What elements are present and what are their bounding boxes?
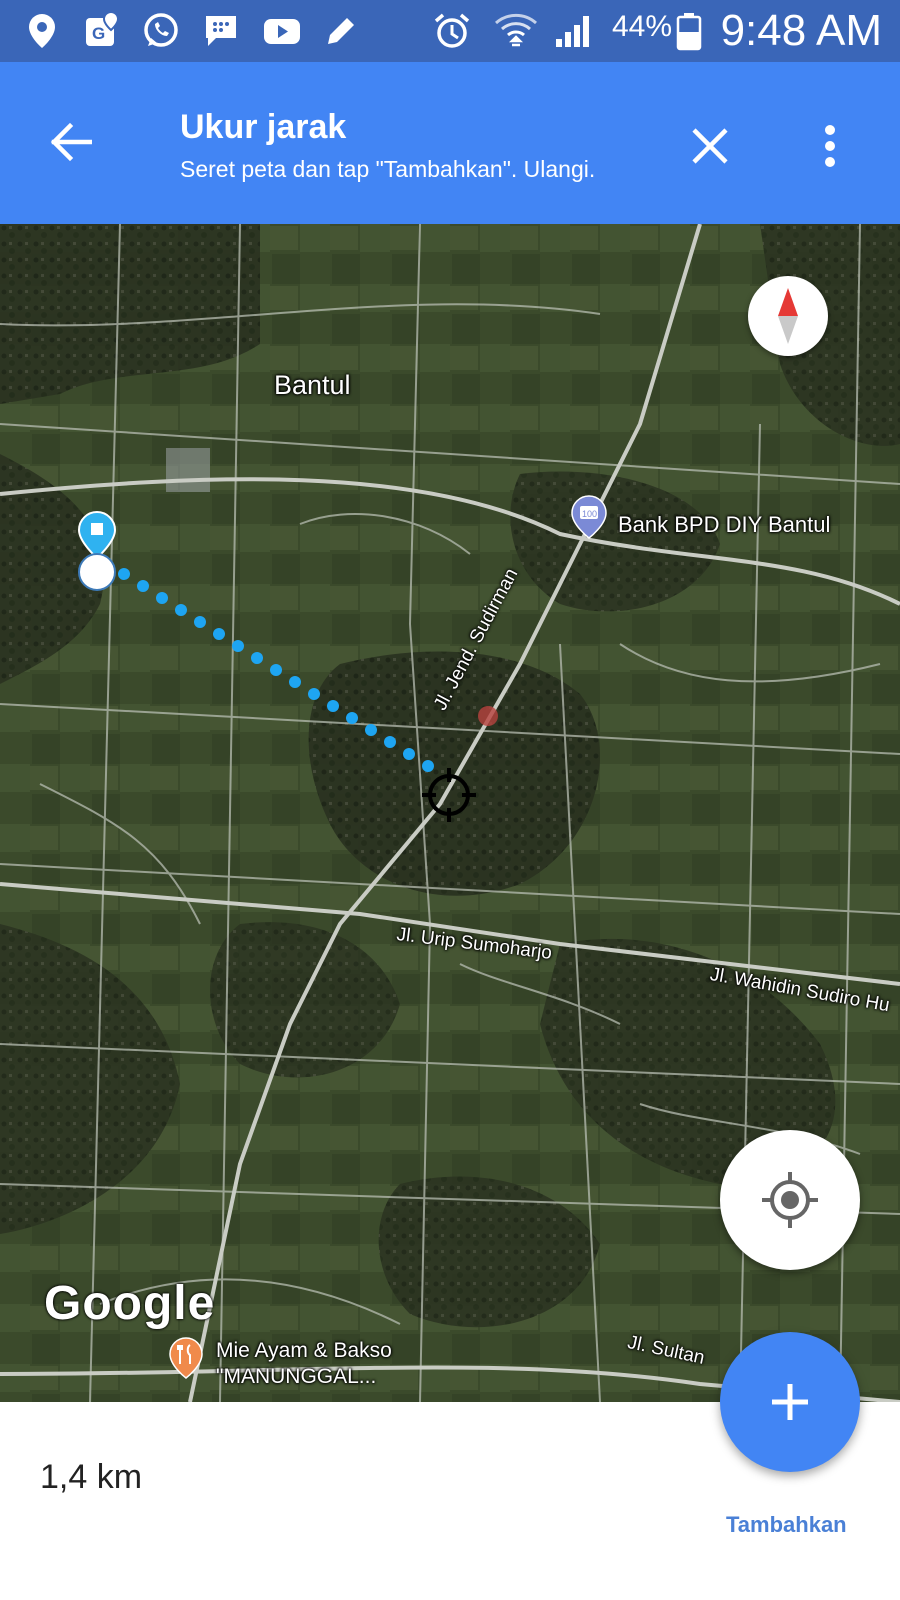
add-point-label[interactable]: Tambahkan: [726, 1512, 847, 1538]
compass-button[interactable]: [748, 276, 828, 356]
svg-text:100: 100: [582, 509, 597, 519]
my-location-button[interactable]: [720, 1130, 860, 1270]
status-time: 9:48 AM: [720, 6, 882, 55]
svg-text:G: G: [92, 24, 105, 43]
satellite-map[interactable]: Bantul 100 Bank BPD DIY Bantul Jl. Jend.…: [0, 224, 900, 1402]
page-title: Ukur jarak: [180, 108, 347, 146]
google-logo: Google: [44, 1277, 216, 1330]
wifi-icon: [494, 12, 538, 50]
place-label-mie-line1: Mie Ayam & Bakso: [216, 1339, 392, 1362]
my-location-icon: [762, 1172, 818, 1228]
crosshair-target-icon: [422, 768, 476, 827]
messenger-icon: [202, 12, 240, 50]
alarm-icon: [432, 12, 472, 50]
app-bar: Ukur jarak Seret peta dan tap "Tambahkan…: [0, 62, 900, 224]
more-vert-icon: [825, 125, 835, 167]
maps-notification-icon: G: [84, 12, 120, 50]
signal-icon: [554, 12, 594, 50]
place-label-mie-line2: "MANUNGGAL...: [216, 1365, 377, 1388]
add-point-button[interactable]: [720, 1332, 860, 1472]
place-label-mie-ayam[interactable]: Mie Ayam & Bakso "MANUNGGAL...: [216, 1338, 392, 1390]
bank-pin-icon: 100: [571, 495, 607, 539]
close-button[interactable]: [670, 106, 750, 186]
arrow-back-icon: [50, 122, 92, 162]
bank-place-pin[interactable]: 100: [570, 494, 608, 545]
location-icon: [26, 12, 58, 50]
restaurant-pin-icon: [169, 1337, 203, 1379]
compass-icon: [778, 288, 798, 344]
status-bar: G 44% 9:48 AM: [0, 0, 900, 62]
more-options-button[interactable]: [790, 106, 870, 186]
close-icon: [692, 128, 728, 164]
whatsapp-icon: [142, 12, 180, 50]
back-button[interactable]: [30, 102, 110, 182]
restaurant-place-pin[interactable]: [168, 1336, 204, 1385]
youtube-icon: [262, 12, 302, 50]
battery-percent: 44%: [612, 10, 673, 43]
place-label-bank[interactable]: Bank BPD DIY Bantul: [618, 512, 830, 538]
start-marker-icon: [77, 510, 117, 591]
measured-distance: 1,4 km: [40, 1458, 143, 1496]
place-label-bantul[interactable]: Bantul: [274, 370, 351, 401]
battery-icon: [676, 12, 702, 51]
measure-start-pin[interactable]: [74, 510, 120, 605]
edit-icon: [322, 12, 360, 50]
page-subtitle: Seret peta dan tap "Tambahkan". Ulangi.: [180, 156, 596, 182]
add-icon: [772, 1384, 808, 1420]
